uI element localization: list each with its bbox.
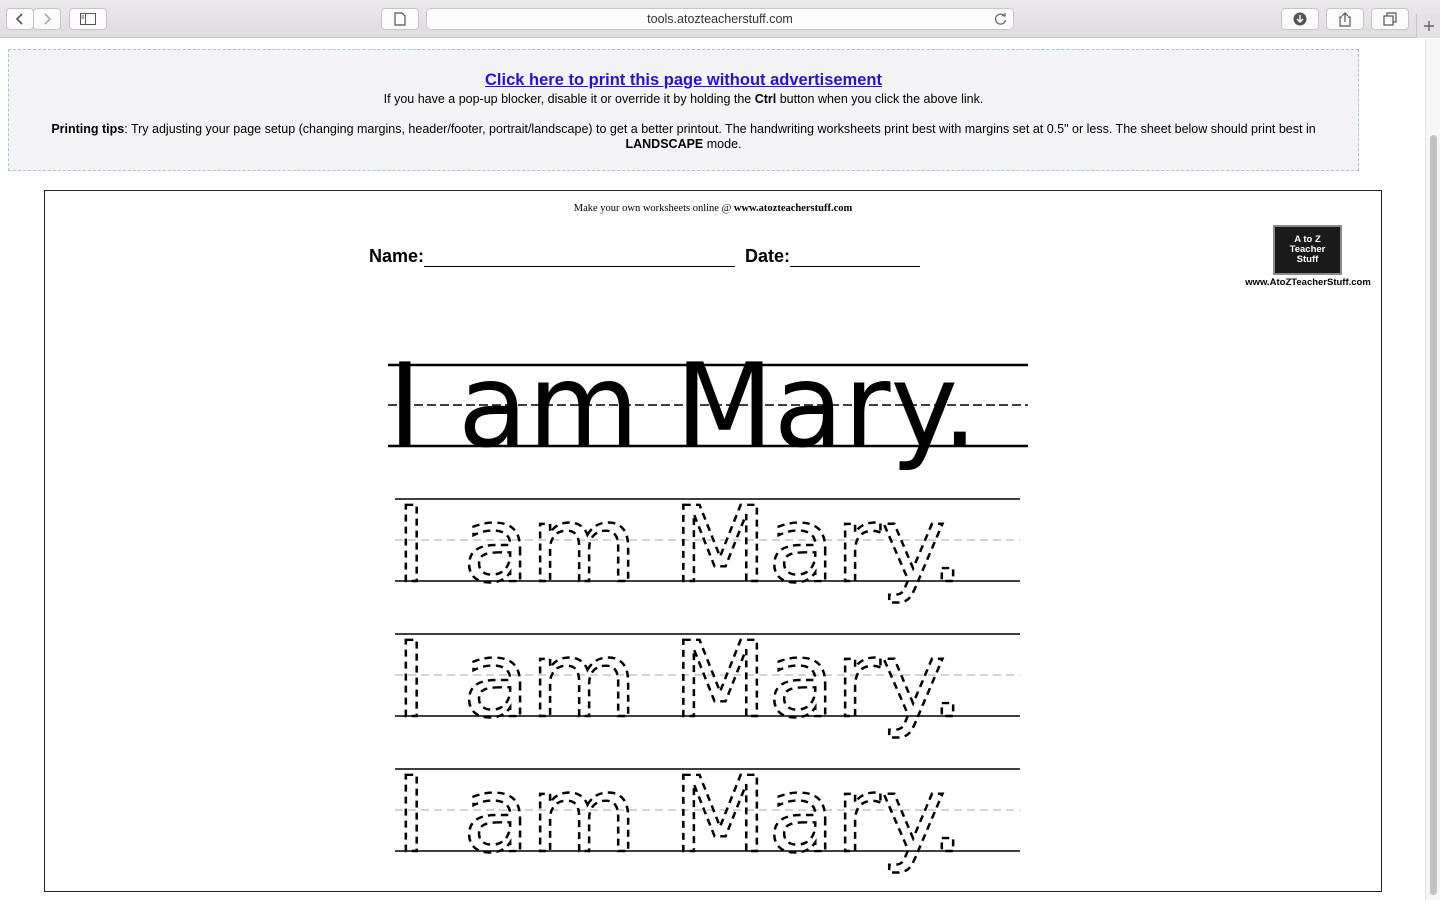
url-text: tools.atozteacherstuff.com bbox=[647, 12, 793, 26]
print-notice: Click here to print this page without ad… bbox=[8, 49, 1359, 171]
tips-text: : Try adjusting your page setup (changin… bbox=[124, 122, 1316, 136]
trace-row: I am Mary. bbox=[394, 618, 1020, 742]
trace-row: I am Mary. bbox=[394, 753, 1020, 877]
browser-toolbar: tools.atozteacherstuff.com bbox=[0, 0, 1440, 38]
popup-text-end: button when you click the above link. bbox=[776, 92, 984, 106]
scrollbar-thumb[interactable] bbox=[1430, 135, 1437, 895]
popup-text: If you have a pop-up blocker, disable it… bbox=[383, 92, 755, 106]
vertical-scrollbar[interactable] bbox=[1425, 39, 1440, 900]
model-sentence: I am Mary. bbox=[388, 339, 978, 474]
download-icon bbox=[1293, 12, 1307, 26]
ctrl-key-label: Ctrl bbox=[754, 92, 777, 106]
page-icon bbox=[394, 12, 406, 26]
back-button[interactable] bbox=[6, 8, 34, 30]
reader-button[interactable] bbox=[381, 8, 419, 30]
trace-sentence: I am Mary. bbox=[395, 484, 965, 606]
printing-tips: Printing tips: Try adjusting your page s… bbox=[25, 122, 1342, 152]
sidebar-icon bbox=[80, 13, 96, 25]
handwriting-worksheet: Make your own worksheets online @ www.at… bbox=[44, 190, 1382, 892]
new-tab-button[interactable] bbox=[1416, 14, 1440, 38]
tips-end: mode. bbox=[703, 137, 742, 151]
trace-sentence: I am Mary. bbox=[395, 754, 965, 876]
forward-button[interactable] bbox=[33, 8, 61, 30]
chevron-left-icon bbox=[15, 13, 23, 25]
handwriting-lines: I am Mary. I am Mary. I am Mary. I am Ma… bbox=[388, 339, 1028, 877]
chevron-right-icon bbox=[44, 13, 52, 25]
reload-icon bbox=[994, 13, 1007, 25]
share-button[interactable] bbox=[1326, 8, 1364, 30]
sidebar-button[interactable] bbox=[69, 8, 107, 30]
tips-label: Printing tips bbox=[51, 122, 125, 136]
print-without-ads-link[interactable]: Click here to print this page without ad… bbox=[485, 71, 882, 90]
model-row: I am Mary. bbox=[388, 339, 1028, 474]
downloads-button[interactable] bbox=[1281, 8, 1319, 30]
plus-icon bbox=[1423, 21, 1434, 31]
share-icon bbox=[1339, 11, 1351, 27]
popup-blocker-note: If you have a pop-up blocker, disable it… bbox=[9, 92, 1358, 106]
trace-row: I am Mary. bbox=[394, 483, 1020, 607]
address-bar[interactable]: tools.atozteacherstuff.com bbox=[426, 8, 1014, 30]
tabs-overview-icon bbox=[1383, 12, 1397, 26]
trace-sentence: I am Mary. bbox=[395, 619, 965, 741]
landscape-label: LANDSCAPE bbox=[625, 137, 704, 151]
reload-button[interactable] bbox=[994, 12, 1007, 29]
tabs-button[interactable] bbox=[1371, 8, 1409, 30]
